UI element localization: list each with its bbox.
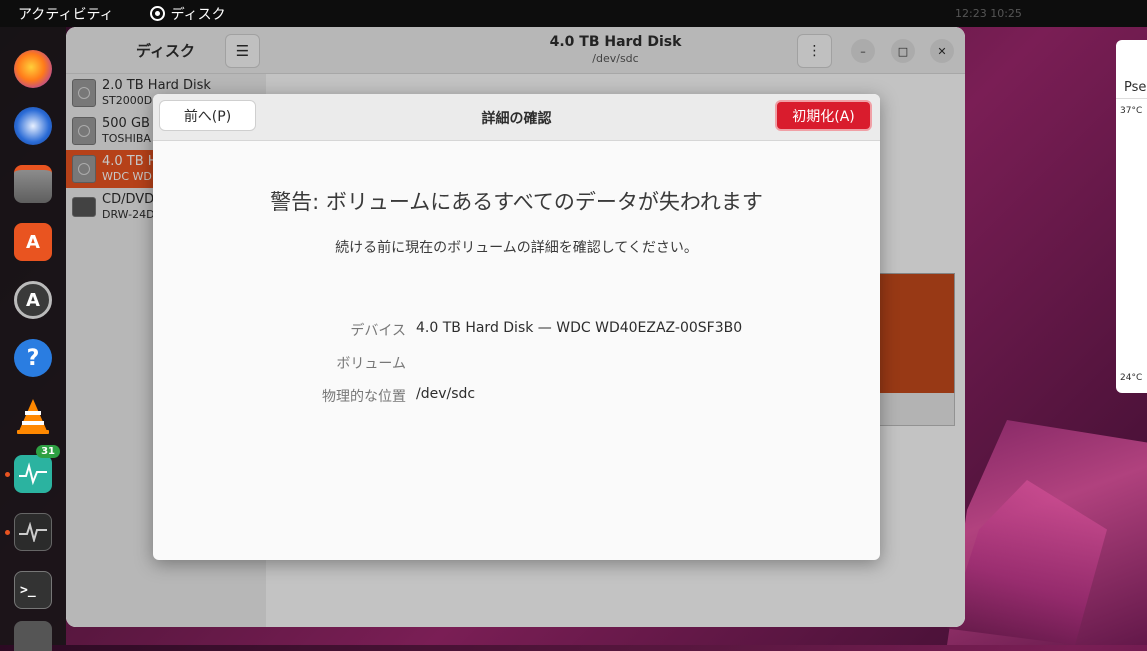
disks-app-icon: [149, 6, 165, 21]
detail-value: 4.0 TB Hard Disk — WDC WD40EZAZ-00SF3B0: [416, 320, 743, 336]
warning-heading: 警告: ボリュームにあるすべてのデータが失われます: [270, 190, 763, 214]
system-monitor-icon[interactable]: [14, 513, 52, 551]
dock: A A ? 31 >_: [0, 27, 66, 651]
running-indicator: [5, 472, 10, 477]
format-confirm-dialog: 前へ(P) 詳細の確認 初期化(A) 警告: ボリュームにあるすべてのデータが失…: [153, 94, 880, 560]
detail-label: 物理的な位置: [322, 389, 406, 405]
detail-row-volume: ボリューム: [153, 353, 880, 373]
temperature-low: 24°C: [1120, 373, 1143, 383]
app-center-icon[interactable]: A: [14, 223, 52, 261]
app-menu[interactable]: ディスク: [149, 4, 226, 24]
format-button[interactable]: 初期化(A): [775, 100, 872, 131]
terminal-icon[interactable]: >_: [14, 571, 52, 609]
side-window-label: Pse: [1116, 40, 1147, 99]
detail-label: デバイス: [350, 323, 406, 339]
detail-row-location: 物理的な位置 /dev/sdc: [153, 386, 880, 406]
clock[interactable]: 12:23 10:25: [955, 7, 1022, 20]
thunderbird-icon[interactable]: [14, 107, 52, 145]
detail-label: ボリューム: [336, 356, 406, 372]
show-apps-icon[interactable]: [14, 621, 52, 651]
side-window: Pse 37°C 24°C: [1116, 40, 1147, 393]
vlc-icon[interactable]: [14, 397, 52, 435]
dialog-title: 詳細の確認: [481, 111, 552, 127]
temperature-high: 37°C: [1120, 106, 1143, 116]
help-icon[interactable]: ?: [14, 339, 52, 377]
files-icon[interactable]: [14, 165, 52, 203]
software-updater-icon[interactable]: A: [14, 281, 52, 319]
app-menu-label: ディスク: [170, 6, 226, 23]
running-indicator: [5, 530, 10, 535]
notification-badge: 31: [36, 445, 60, 458]
detail-row-device: デバイス 4.0 TB Hard Disk — WDC WD40EZAZ-00S…: [153, 320, 880, 340]
firefox-icon[interactable]: [14, 50, 52, 88]
resource-monitor-icon[interactable]: 31: [14, 445, 60, 493]
top-bar: アクティビティ ディスク 12:23 10:25: [0, 0, 1147, 27]
dialog-header: 前へ(P) 詳細の確認 初期化(A): [153, 94, 880, 141]
detail-value: /dev/sdc: [416, 386, 476, 402]
activities-button[interactable]: アクティビティ: [18, 4, 114, 24]
warning-description: 続ける前に現在のボリュームの詳細を確認してください。: [335, 240, 698, 256]
